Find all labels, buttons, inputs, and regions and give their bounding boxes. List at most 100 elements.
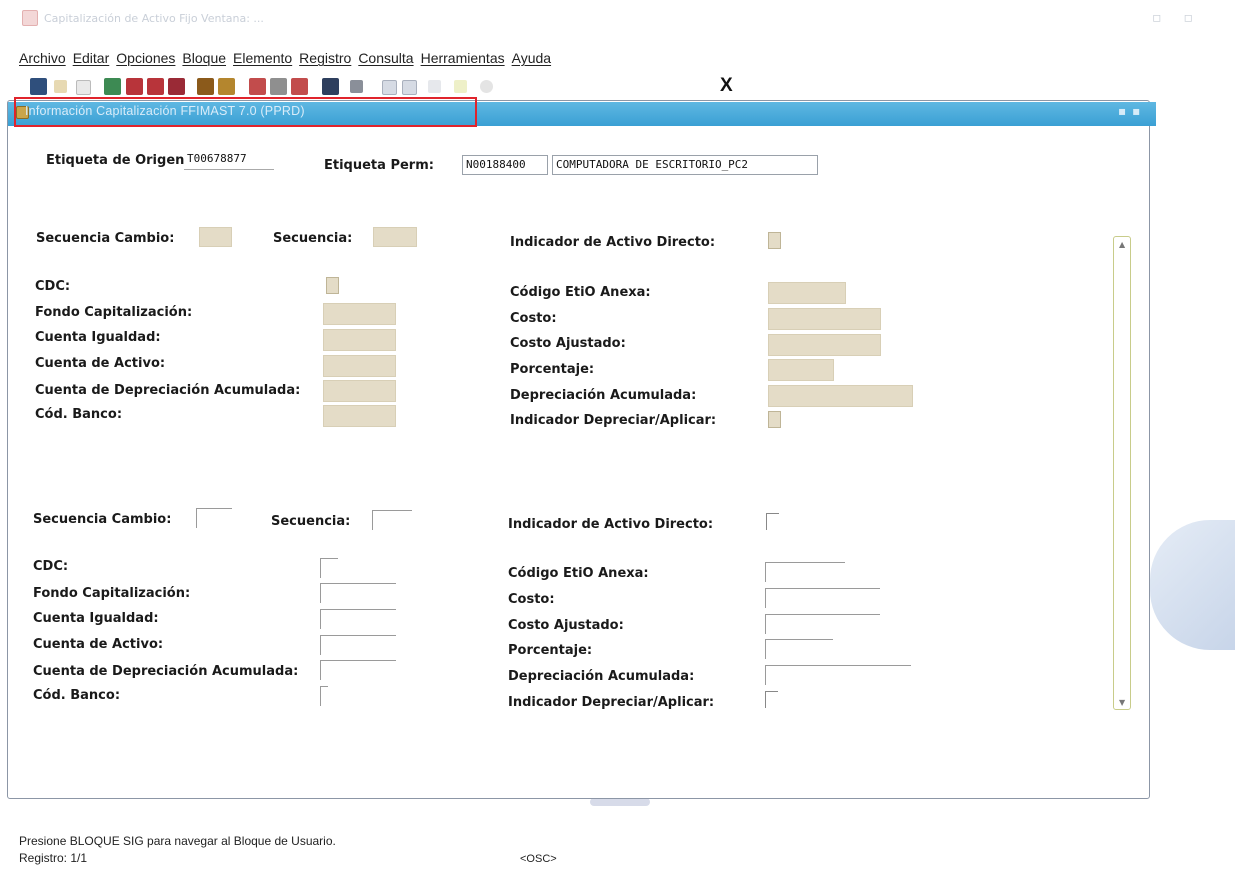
- attached-tag-code-field-2[interactable]: [765, 562, 845, 582]
- background-smudge: [590, 798, 650, 806]
- equity-account-field-2[interactable]: [320, 609, 396, 629]
- options-icon[interactable]: [428, 80, 441, 93]
- cost-label-2: Costo:: [508, 592, 555, 607]
- background-decoration: [1150, 520, 1235, 650]
- bookmark-icon[interactable]: [402, 80, 417, 95]
- cost-field-2[interactable]: [765, 588, 880, 608]
- accum-depr-account-field-2[interactable]: [320, 660, 396, 680]
- next-record-icon[interactable]: [168, 78, 185, 95]
- vertical-scrollbar[interactable]: [1113, 236, 1131, 710]
- direct-asset-ind-checkbox[interactable]: [768, 232, 781, 249]
- equity-account-field[interactable]: [323, 329, 396, 351]
- percentage-label-2: Porcentaje:: [508, 643, 593, 658]
- sequence-label: Secuencia:: [273, 231, 353, 246]
- window-title-text: Capitalización de Activo Fijo Ventana: .…: [44, 11, 264, 25]
- coas-field[interactable]: [326, 277, 339, 294]
- previous-block-icon[interactable]: [104, 78, 121, 95]
- depr-apply-ind-label-2: Indicador Depreciar/Aplicar:: [508, 695, 715, 710]
- previous-record-icon[interactable]: [147, 78, 164, 95]
- menu-elemento[interactable]: Elemento: [233, 50, 292, 66]
- accum-depr-account-label-2: Cuenta de Depreciación Acumulada:: [33, 664, 299, 679]
- sequence-field[interactable]: [373, 227, 417, 247]
- change-seq-field-2[interactable]: [196, 508, 232, 528]
- record-count: Registro: 1/1: [19, 851, 88, 865]
- origin-tag-label: Etiqueta de Origen:: [46, 153, 190, 168]
- sequence-label-2: Secuencia:: [271, 514, 351, 529]
- depr-apply-ind-checkbox[interactable]: [768, 411, 781, 428]
- accum-depreciation-field-2[interactable]: [765, 665, 911, 685]
- enter-query-icon[interactable]: [249, 78, 266, 95]
- depr-apply-ind-label: Indicador Depreciar/Aplicar:: [510, 413, 717, 428]
- adjusted-cost-label-2: Costo Ajustado:: [508, 618, 624, 633]
- next-block-icon[interactable]: [126, 78, 143, 95]
- accum-depreciation-label: Depreciación Acumulada:: [510, 388, 697, 403]
- adjusted-cost-field-2[interactable]: [765, 614, 880, 634]
- direct-asset-ind-label-2: Indicador de Activo Directo:: [508, 517, 714, 532]
- adjusted-cost-label: Costo Ajustado:: [510, 336, 626, 351]
- adjusted-cost-field[interactable]: [768, 334, 881, 356]
- menu-herramientas[interactable]: Herramientas: [421, 50, 505, 66]
- print-form-icon[interactable]: [350, 80, 363, 93]
- remove-record-icon[interactable]: [218, 78, 235, 95]
- save-icon[interactable]: [30, 78, 47, 95]
- accum-depreciation-field[interactable]: [768, 385, 913, 407]
- origin-tag-field[interactable]: T00678877: [184, 150, 274, 170]
- insert-record-icon[interactable]: [197, 78, 214, 95]
- info-icon[interactable]: [480, 80, 493, 93]
- menu-registro[interactable]: Registro: [299, 50, 351, 66]
- status-message: Presione BLOQUE SIG para navegar al Bloq…: [19, 834, 336, 848]
- accum-depreciation-label-2: Depreciación Acumulada:: [508, 669, 695, 684]
- perm-tag-field[interactable]: N00188400: [462, 155, 548, 175]
- sequence-field-2[interactable]: [372, 510, 412, 530]
- accum-depr-account-label: Cuenta de Depreciación Acumulada:: [35, 383, 301, 398]
- equity-account-label-2: Cuenta Igualdad:: [33, 611, 159, 626]
- asset-account-field[interactable]: [323, 355, 396, 377]
- bank-code-field[interactable]: [323, 405, 396, 427]
- bank-code-field-2[interactable]: [320, 686, 328, 706]
- app-icon: [22, 10, 38, 26]
- menu-editar[interactable]: Editar: [73, 50, 110, 66]
- form-window-controls[interactable]: ▪▪: [1118, 104, 1146, 118]
- coas-field-2[interactable]: [320, 558, 338, 578]
- rollback-icon[interactable]: [54, 80, 67, 93]
- scroll-up-icon[interactable]: ▲: [1119, 240, 1125, 249]
- bank-code-label-2: Cód. Banco:: [33, 688, 121, 703]
- coas-label-2: CDC:: [33, 559, 69, 574]
- direct-asset-ind-label: Indicador de Activo Directo:: [510, 235, 716, 250]
- direct-asset-ind-checkbox-2[interactable]: [766, 513, 779, 530]
- cap-fund-field[interactable]: [323, 303, 396, 325]
- execute-query-icon[interactable]: [270, 78, 287, 95]
- percentage-field[interactable]: [768, 359, 834, 381]
- attached-tag-code-label: Código EtiO Anexa:: [510, 285, 651, 300]
- menu-consulta[interactable]: Consulta: [358, 50, 413, 66]
- print-icon[interactable]: [76, 80, 91, 95]
- attachment-icon[interactable]: [382, 80, 397, 95]
- cancel-query-icon[interactable]: [291, 78, 308, 95]
- menu-opciones[interactable]: Opciones: [116, 50, 175, 66]
- change-seq-field[interactable]: [199, 227, 232, 247]
- menu-ayuda[interactable]: Ayuda: [512, 50, 551, 66]
- asset-account-field-2[interactable]: [320, 635, 396, 655]
- help-icon[interactable]: [322, 78, 339, 95]
- menu-archivo[interactable]: Archivo: [19, 50, 66, 66]
- perm-tag-label: Etiqueta Perm:: [324, 158, 434, 173]
- exit-icon[interactable]: X: [720, 75, 733, 97]
- cost-field[interactable]: [768, 308, 881, 330]
- cap-fund-label-2: Fondo Capitalización:: [33, 586, 191, 601]
- perm-tag-description-field[interactable]: COMPUTADORA DE ESCRITORIO_PC2: [552, 155, 818, 175]
- depr-apply-ind-checkbox-2[interactable]: [765, 691, 778, 708]
- asset-account-label-2: Cuenta de Activo:: [33, 637, 164, 652]
- accum-depr-account-field[interactable]: [323, 380, 396, 402]
- settings-icon[interactable]: [454, 80, 467, 93]
- menu-bloque[interactable]: Bloque: [182, 50, 226, 66]
- attached-tag-code-field[interactable]: [768, 282, 846, 304]
- toolbar: X: [30, 75, 790, 98]
- attached-tag-code-label-2: Código EtiO Anexa:: [508, 566, 649, 581]
- bank-code-label: Cód. Banco:: [35, 407, 123, 422]
- percentage-field-2[interactable]: [765, 639, 833, 659]
- annotation-highlight-box: [14, 97, 477, 127]
- mode-indicator: <OSC>: [520, 853, 557, 865]
- window-controls[interactable]: ▫▫: [1152, 10, 1215, 26]
- scroll-down-icon[interactable]: ▼: [1119, 698, 1125, 707]
- cap-fund-field-2[interactable]: [320, 583, 396, 603]
